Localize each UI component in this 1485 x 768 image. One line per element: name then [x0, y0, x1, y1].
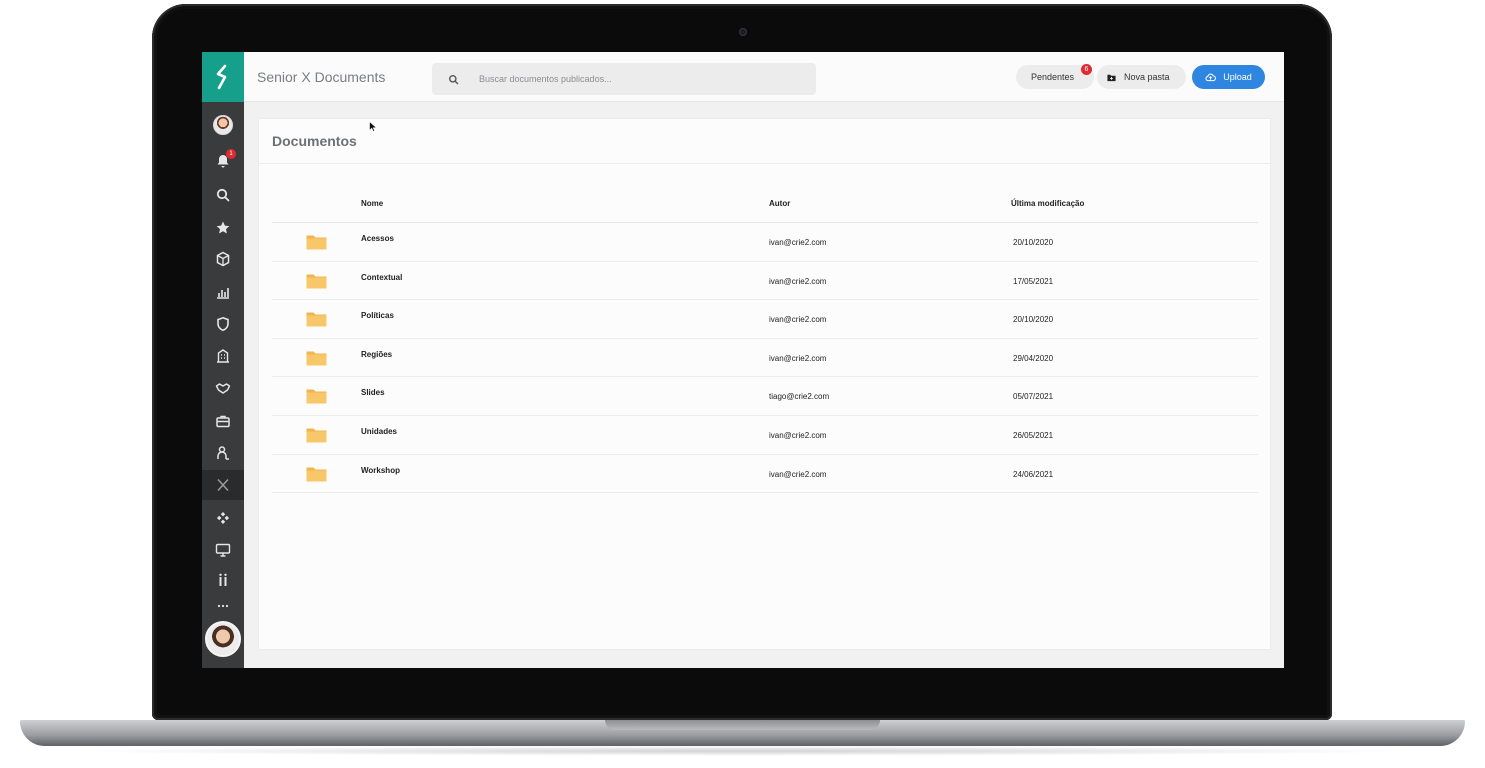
row-modified: 20/10/2020: [1013, 315, 1054, 325]
sidebar-item-more[interactable]: [202, 591, 244, 621]
cube-icon: [216, 251, 230, 267]
sidebar-item-notifications[interactable]: 1: [202, 146, 244, 176]
row-author: ivan@crie2.com: [769, 238, 827, 247]
app-title: Senior X Documents: [257, 69, 386, 85]
more-icon: [217, 604, 229, 608]
sidebar-item-partners[interactable]: [202, 373, 244, 403]
sidebar-item-business[interactable]: [202, 406, 244, 436]
pause-icon: [219, 573, 227, 586]
star-icon: [216, 221, 230, 234]
sidebar-item-modules[interactable]: [202, 244, 244, 274]
table-row[interactable]: Políticas ivan@crie2.com 20/10/2020: [272, 300, 1258, 339]
table-row[interactable]: Acessos ivan@crie2.com 20/10/2020: [272, 223, 1258, 262]
diamond-icon: [217, 512, 229, 524]
row-modified: 24/06/2021: [1013, 469, 1054, 479]
person-icon: [217, 446, 229, 460]
x-icon: [217, 478, 229, 492]
row-modified: 17/05/2021: [1013, 276, 1054, 286]
notification-badge: 1: [226, 149, 236, 159]
title-divider: [259, 163, 1272, 164]
briefcase-icon: [216, 415, 230, 428]
row-author: ivan@crie2.com: [769, 276, 827, 286]
laptop-camera: [739, 28, 747, 36]
logo-mark-icon: [216, 64, 227, 90]
folder-icon: [306, 351, 327, 366]
sidebar-item-security[interactable]: [202, 309, 244, 339]
sidebar: 1: [202, 52, 244, 668]
mouse-cursor-icon: [369, 121, 377, 132]
row-modified: 29/04/2020: [1013, 353, 1054, 363]
row-name: Regiões: [361, 349, 393, 359]
row-author: ivan@crie2.com: [769, 430, 827, 440]
pending-count-badge: 6: [1081, 64, 1092, 75]
search-icon: [216, 188, 230, 202]
row-name: Workshop: [361, 465, 400, 475]
row-name: Contextual: [361, 272, 403, 282]
row-modified: 20/10/2020: [1013, 238, 1054, 247]
sidebar-item-display[interactable]: [202, 535, 244, 565]
new-folder-label: Nova pasta: [1124, 72, 1170, 82]
sidebar-item-senior-x[interactable]: [202, 470, 244, 500]
row-name: Acessos: [361, 234, 394, 243]
column-header-name[interactable]: Nome: [361, 199, 383, 208]
table-row[interactable]: Workshop ivan@crie2.com 24/06/2021: [272, 455, 1258, 494]
shield-icon: [217, 316, 229, 332]
row-name: Políticas: [361, 311, 394, 321]
row-modified: 05/07/2021: [1013, 392, 1054, 402]
senior-logo-icon[interactable]: [202, 52, 244, 102]
search-input[interactable]: [479, 74, 799, 84]
table-row[interactable]: Contextual ivan@crie2.com 17/05/2021: [272, 262, 1258, 301]
top-bar: Senior X Documents Pendentes 6 Nova past…: [244, 52, 1284, 102]
table-row[interactable]: Unidades ivan@crie2.com 26/05/2021: [272, 416, 1258, 455]
documents-panel: Documentos Nome Autor Última modificação…: [258, 118, 1272, 650]
pending-label: Pendentes: [1031, 72, 1075, 82]
table-header: Nome Autor Última modificação: [272, 189, 1258, 223]
table-row[interactable]: Slides tiago@crie2.com 05/07/2021: [272, 377, 1258, 416]
row-author: ivan@crie2.com: [769, 469, 827, 479]
sidebar-item-favorites[interactable]: [202, 213, 244, 243]
folder-icon: [306, 389, 327, 404]
chart-icon: [217, 288, 229, 299]
sidebar-item-profile[interactable]: [202, 110, 244, 140]
sidebar-item-people[interactable]: [202, 438, 244, 468]
column-header-modified[interactable]: Última modificação: [1011, 199, 1084, 208]
row-author: ivan@crie2.com: [769, 315, 827, 325]
sidebar-item-organization[interactable]: [202, 341, 244, 371]
page-title: Documentos: [272, 133, 357, 149]
column-header-author[interactable]: Autor: [769, 199, 790, 208]
sidebar-item-search[interactable]: [202, 180, 244, 210]
upload-button[interactable]: Upload: [1192, 65, 1265, 89]
folder-icon: [306, 235, 327, 250]
new-folder-button[interactable]: Nova pasta: [1097, 65, 1186, 89]
row-name: Slides: [361, 388, 385, 398]
user-avatar-icon: [213, 115, 233, 135]
monitor-icon: [215, 543, 231, 557]
row-author: tiago@crie2.com: [769, 392, 830, 402]
row-name: Unidades: [361, 426, 398, 436]
folder-icon: [306, 467, 327, 482]
sidebar-item-analytics[interactable]: [202, 277, 244, 307]
folder-plus-icon: [1107, 74, 1116, 81]
upload-label: Upload: [1223, 72, 1252, 82]
documents-table: Nome Autor Última modificação Acessos iv…: [272, 189, 1258, 494]
folder-icon: [306, 274, 327, 289]
folder-icon: [306, 312, 327, 327]
building-icon: [217, 349, 229, 363]
laptop-notch: [605, 720, 880, 730]
search-icon: [449, 74, 459, 84]
laptop-shadow: [60, 746, 1425, 756]
folder-icon: [306, 428, 327, 443]
pending-button[interactable]: Pendentes 6: [1016, 64, 1094, 89]
search-box[interactable]: [432, 63, 816, 95]
row-author: ivan@crie2.com: [769, 353, 827, 363]
handshake-icon: [215, 383, 231, 394]
table-row[interactable]: Regiões ivan@crie2.com 29/04/2020: [272, 339, 1258, 378]
user-avatar-large[interactable]: [205, 621, 241, 657]
app-screen: 1 Senior X Documents Buscar documentos p…: [202, 52, 1284, 668]
sidebar-item-apps[interactable]: [202, 503, 244, 533]
row-modified: 26/05/2021: [1013, 430, 1054, 440]
cloud-upload-icon: [1205, 73, 1217, 81]
